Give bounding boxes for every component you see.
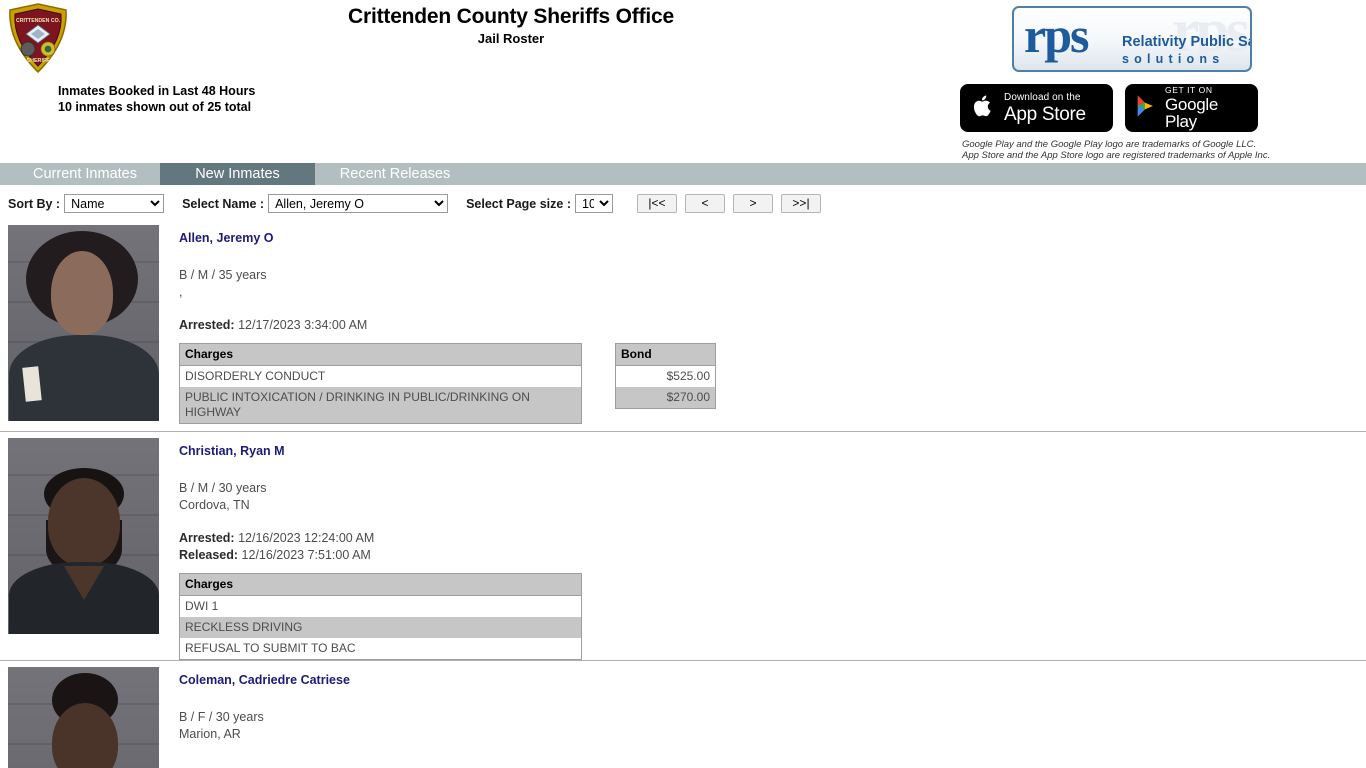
charge-row: REFUSAL TO SUBMIT TO BAC bbox=[179, 638, 582, 660]
title-block: Crittenden County Sheriffs Office Jail R… bbox=[0, 4, 1022, 48]
rps-tagline-2: solutions bbox=[1122, 52, 1225, 66]
arrested-label: Arrested: bbox=[179, 318, 235, 332]
tab-bar-left-pad bbox=[0, 163, 10, 185]
sort-by-label: Sort By : bbox=[8, 196, 61, 211]
previous-page-button[interactable]: < bbox=[685, 194, 725, 213]
charge-text: RECKLESS DRIVING bbox=[179, 617, 582, 638]
inmate-details: Christian, Ryan M B / M / 30 years Cordo… bbox=[159, 432, 1366, 660]
inmate-tables: Charges DWI 1 RECKLESS DRIVING REFUSAL T… bbox=[179, 573, 1366, 660]
sort-by-select[interactable]: Name bbox=[64, 194, 165, 213]
inmate-demographics: B / M / 30 years Cordova, TN bbox=[179, 480, 1366, 514]
released-row: Released: 12/16/2023 7:51:00 AM bbox=[179, 547, 1366, 564]
inmate-demographics: B / M / 35 years , bbox=[179, 267, 1366, 301]
select-name-label: Select Name : bbox=[182, 196, 265, 211]
tab-recent-releases[interactable]: Recent Releases bbox=[315, 163, 475, 185]
google-play-big-label: Google Play bbox=[1165, 95, 1219, 132]
mugshot-face bbox=[51, 251, 113, 335]
store-badges: Download on the App Store GET IT ON Goog… bbox=[960, 84, 1258, 132]
bond-table: Bond $525.00 $270.00 bbox=[615, 343, 716, 409]
trademark-line-1: Google Play and the Google Play logo are… bbox=[962, 139, 1257, 150]
counts-line-2: 10 inmates shown out of 25 total bbox=[58, 100, 252, 114]
inmate-mugshot[interactable] bbox=[8, 438, 159, 634]
arrested-value: 12/17/2023 3:34:00 AM bbox=[238, 318, 368, 332]
charges-header: Charges bbox=[179, 573, 582, 596]
tab-current-inmates[interactable]: Current Inmates bbox=[10, 163, 160, 185]
page-title: Crittenden County Sheriffs Office bbox=[348, 5, 674, 28]
inmate-name-link[interactable]: Coleman, Cadriedre Catriese bbox=[179, 673, 350, 687]
google-play-small-label: GET IT ON bbox=[1165, 84, 1213, 95]
inmate-tables: Charges DISORDERLY CONDUCT PUBLIC INTOXI… bbox=[179, 343, 1366, 424]
bond-amount: $270.00 bbox=[615, 387, 716, 409]
tab-new-inmates[interactable]: New Inmates bbox=[160, 163, 315, 185]
rps-logo[interactable]: rps rps Relativity Public Safety solutio… bbox=[1012, 6, 1252, 72]
arrested-row: Arrested: 12/16/2023 12:24:00 AM bbox=[179, 530, 1366, 547]
pagination-controls: |<< < > >>| bbox=[637, 194, 821, 213]
inmate-demographics: B / F / 30 years Marion, AR bbox=[179, 709, 1366, 743]
inmate-mugshot[interactable] bbox=[8, 667, 159, 768]
inmate-city-state: , bbox=[179, 285, 183, 299]
charge-text: DWI 1 bbox=[179, 595, 582, 617]
charge-text: PUBLIC INTOXICATION / DRINKING IN PUBLIC… bbox=[179, 387, 582, 424]
roster-toolbar: Sort By : Name Select Name : Allen, Jere… bbox=[0, 185, 1366, 219]
charge-text: REFUSAL TO SUBMIT TO BAC bbox=[179, 638, 582, 660]
trademark-notice: Google Play and the Google Play logo are… bbox=[962, 139, 1270, 161]
next-page-button[interactable]: > bbox=[733, 194, 773, 213]
charges-table: Charges DWI 1 RECKLESS DRIVING REFUSAL T… bbox=[179, 573, 582, 660]
select-name-select[interactable]: Allen, Jeremy O bbox=[268, 194, 449, 213]
arrested-value: 12/16/2023 12:24:00 AM bbox=[238, 531, 375, 545]
inmate-roster: Allen, Jeremy O B / M / 35 years , Arres… bbox=[0, 219, 1366, 768]
inmate-details: Allen, Jeremy O B / M / 35 years , Arres… bbox=[159, 219, 1366, 431]
inmate-dates: Arrested: 12/16/2023 12:24:00 AM Release… bbox=[179, 530, 1366, 564]
inmate-row: Coleman, Cadriedre Catriese B / F / 30 y… bbox=[0, 660, 1366, 768]
roster-counts: Inmates Booked in Last 48 Hours 10 inmat… bbox=[58, 83, 255, 115]
app-store-button[interactable]: Download on the App Store bbox=[960, 84, 1113, 132]
inmate-race-sex-age: B / M / 35 years bbox=[179, 268, 267, 282]
first-page-button[interactable]: |<< bbox=[637, 194, 677, 213]
page-subtitle: Jail Roster bbox=[477, 31, 545, 46]
google-play-icon bbox=[1135, 93, 1157, 124]
inmate-race-sex-age: B / M / 30 years bbox=[179, 481, 267, 495]
page-header: CRITTENDEN CO. SHERIFF Crittenden County… bbox=[0, 0, 1366, 163]
inmate-name-link[interactable]: Christian, Ryan M bbox=[179, 444, 285, 458]
bond-row: $525.00 bbox=[615, 365, 716, 387]
released-value: 12/16/2023 7:51:00 AM bbox=[241, 548, 371, 562]
page-size-select[interactable]: 10 bbox=[575, 194, 613, 213]
mugshot-face bbox=[48, 478, 120, 566]
inmate-dates: Arrested: 12/17/2023 3:34:00 AM bbox=[179, 317, 1366, 334]
inmate-city-state: Marion, AR bbox=[179, 727, 241, 741]
inmate-city-state: Cordova, TN bbox=[179, 498, 250, 512]
bond-row: $270.00 bbox=[615, 387, 716, 409]
page-size-label: Select Page size : bbox=[466, 196, 571, 211]
mugshot-id-tag bbox=[22, 366, 42, 402]
inmate-name-link[interactable]: Allen, Jeremy O bbox=[179, 231, 274, 245]
charge-row: DISORDERLY CONDUCT bbox=[179, 365, 582, 387]
rps-tagline-1: Relativity Public Safety bbox=[1122, 34, 1250, 50]
app-store-big-label: App Store bbox=[1004, 103, 1086, 125]
charge-row: DWI 1 bbox=[179, 595, 582, 617]
inmate-details: Coleman, Cadriedre Catriese B / F / 30 y… bbox=[159, 661, 1366, 768]
charge-row: PUBLIC INTOXICATION / DRINKING IN PUBLIC… bbox=[179, 387, 582, 424]
charges-header: Charges bbox=[179, 343, 582, 366]
bond-header: Bond bbox=[615, 343, 716, 366]
charge-row: RECKLESS DRIVING bbox=[179, 617, 582, 638]
last-page-button[interactable]: >>| bbox=[781, 194, 821, 213]
inmate-mugshot[interactable] bbox=[8, 225, 159, 421]
google-play-button[interactable]: GET IT ON Google Play bbox=[1125, 84, 1258, 132]
inmate-race-sex-age: B / F / 30 years bbox=[179, 710, 264, 724]
released-label: Released: bbox=[179, 548, 239, 562]
counts-line-1: Inmates Booked in Last 48 Hours bbox=[58, 84, 256, 98]
inmate-row: Christian, Ryan M B / M / 30 years Cordo… bbox=[0, 431, 1366, 660]
charge-text: DISORDERLY CONDUCT bbox=[179, 365, 582, 387]
inmate-row: Allen, Jeremy O B / M / 35 years , Arres… bbox=[0, 219, 1366, 431]
bond-amount: $525.00 bbox=[615, 365, 716, 387]
arrested-label: Arrested: bbox=[179, 531, 235, 545]
arrested-row: Arrested: 12/17/2023 3:34:00 AM bbox=[179, 317, 1366, 334]
app-store-small-label: Download on the bbox=[1004, 91, 1081, 103]
tab-bar: Current Inmates New Inmates Recent Relea… bbox=[0, 163, 1366, 185]
trademark-line-2: App Store and the App Store logo are reg… bbox=[962, 150, 1271, 161]
svg-text:SHERIFF: SHERIFF bbox=[26, 58, 50, 64]
rps-wordmark: rps bbox=[1024, 7, 1089, 63]
apple-icon bbox=[970, 91, 996, 126]
charges-table: Charges DISORDERLY CONDUCT PUBLIC INTOXI… bbox=[179, 343, 582, 424]
